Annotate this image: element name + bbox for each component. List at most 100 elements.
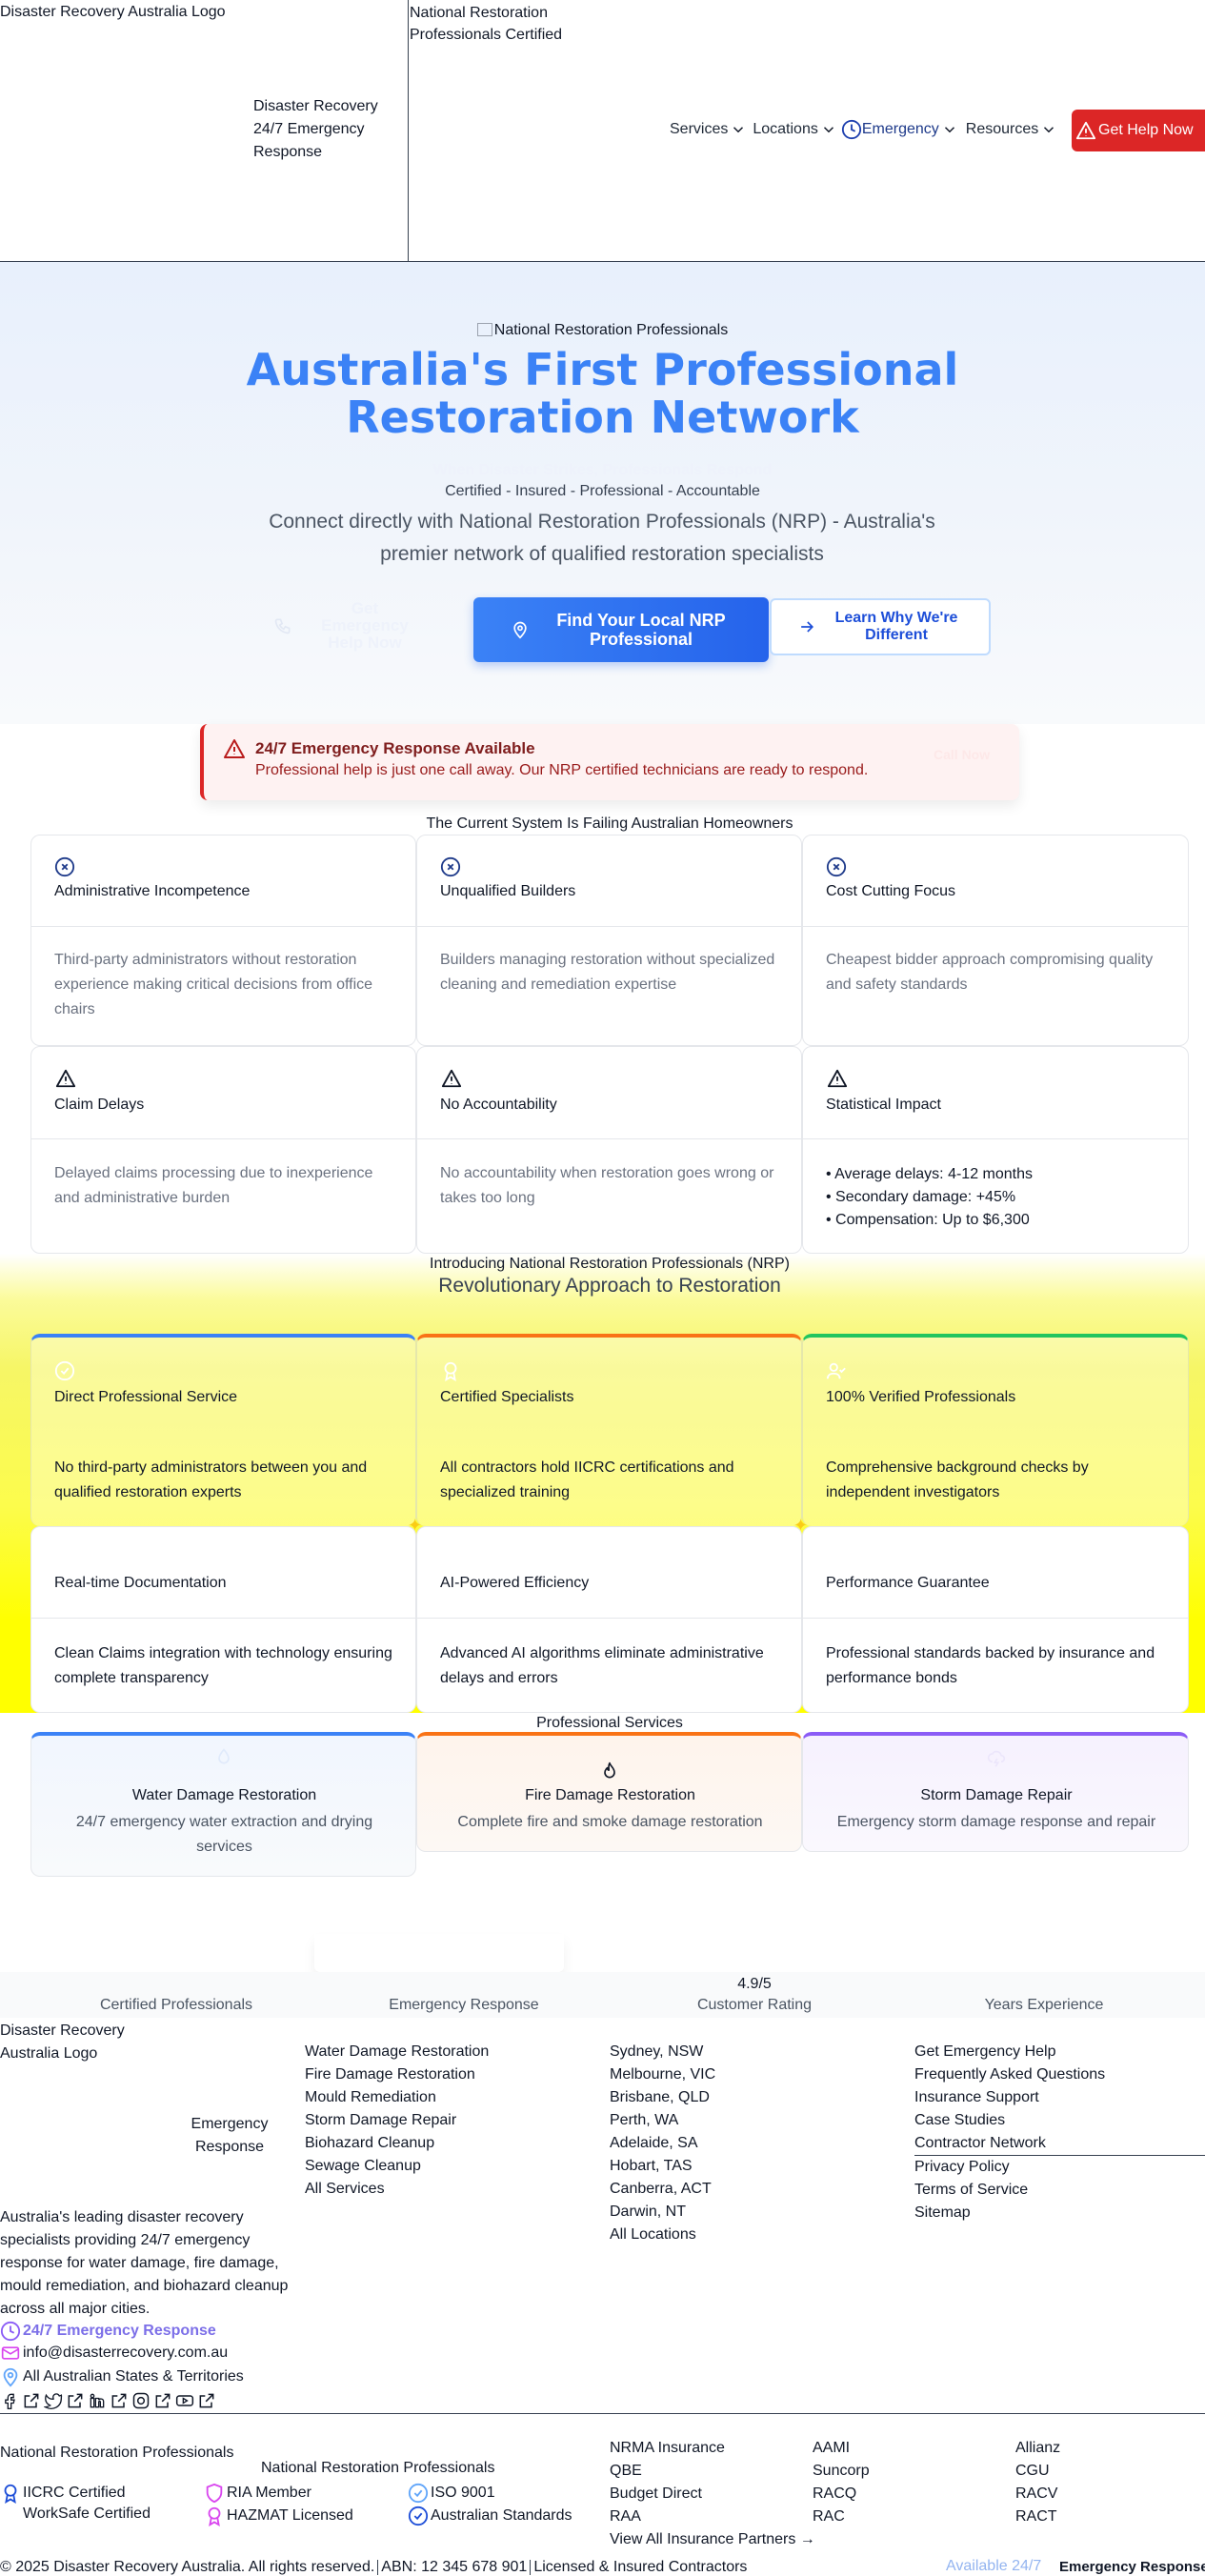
footer-link[interactable]: All Services [305,2178,489,2201]
footer-link[interactable]: Fire Damage Restoration [305,2063,489,2086]
twitter-icon[interactable] [44,2391,63,2410]
footer-help-list: Get Emergency Help Frequently Asked Ques… [914,2041,1205,2224]
chevron-down-icon [823,127,833,133]
footer-locations-list: Sydney, NSW Melbourne, VIC Brisbane, QLD… [610,2041,715,2246]
footer-about: Australia's leading disaster recovery sp… [0,2209,289,2317]
service-card-storm[interactable]: Storm Damage Repair Emergency storm dama… [802,1732,1189,1852]
footer-link[interactable]: All Locations [610,2224,715,2246]
get-help-now-button[interactable]: Get Help Now [1072,110,1205,151]
footer-link[interactable]: Contractor Network [914,2132,1205,2156]
nrp-feature-card: Real-time Documentation Clean Claims int… [30,1526,416,1713]
footer-link[interactable]: Brisbane, QLD [610,2086,715,2109]
find-local-nrp-label: Find Your Local NRP Professional [556,611,726,649]
footer-link[interactable]: Frequently Asked Questions [914,2063,1205,2086]
nav-locations[interactable]: Locations [753,121,837,138]
emergency-alert-banner: 24/7 Emergency Response Available Profes… [200,724,1019,800]
site-logo[interactable]: Disaster Recovery Australia Logo [0,4,226,21]
footer-link[interactable]: Case Studies [914,2109,1205,2132]
warning-icon [1075,121,1096,140]
footer-link[interactable]: Get Emergency Help [914,2041,1205,2063]
problem-card-title: No Accountability [440,1097,557,1113]
footer-logo[interactable]: Disaster Recovery Australia Logo [0,2020,152,2065]
emergency-help-label: Get Emergency Help Now [321,599,409,652]
footer-link[interactable]: Biohazard Cleanup [305,2132,489,2155]
nrp-card-text: Clean Claims integration with technology… [54,1645,392,1686]
alert-text: Professional help is just one call away.… [255,762,869,778]
footer-emergency-contact[interactable]: 24/7 Emergency Response [0,2321,216,2342]
nav-services-label: Services [670,121,729,137]
cert-badge: HAZMAT Licensed [204,2506,353,2526]
external-link-icon[interactable] [197,2391,216,2410]
cert-badge: RIA Member [204,2483,311,2504]
cert-badge: IICRC Certified [0,2483,126,2504]
problem-card: Claim Delays Delayed claims processing d… [30,1046,416,1254]
instagram-icon[interactable] [131,2391,151,2410]
learn-why-button[interactable]: Learn Why We're Different [770,598,991,655]
linkedin-icon[interactable] [88,2391,107,2410]
cert-badge-label: Australian Standards [431,2507,572,2524]
footer-link[interactable]: Melbourne, VIC [610,2063,715,2086]
nav-resources[interactable]: Resources [966,121,1057,138]
hero-title-line2: Restoration Network [346,392,859,443]
main-nav: Services Locations Emergency Resources [670,118,1057,141]
problem-card: Statistical Impact • Average delays: 4-1… [802,1046,1189,1254]
phone-icon [274,618,291,634]
emergency-response-link[interactable]: Emergency Response [1059,2559,1205,2575]
footer-email-contact[interactable]: info@disasterrecovery.com.au [0,2344,228,2363]
map-pin-icon [3,2367,18,2387]
footer-link[interactable]: Canberra, ACT [610,2178,715,2201]
cert-badge-label: WorkSafe Certified [23,2506,151,2522]
insurer-name: RACQ [813,2485,857,2502]
footer-link[interactable]: Hobart, TAS [610,2155,715,2178]
footer-link[interactable]: Privacy Policy [914,2156,1205,2179]
header-tagline: Disaster Recovery 24/7 Emergency Respons… [253,98,378,160]
x-circle-icon [826,856,847,877]
cert-badge-label: RIA Member [227,2485,311,2501]
footer-link[interactable]: Darwin, NT [610,2201,715,2224]
footer-link[interactable]: Storm Damage Repair [305,2109,489,2132]
youtube-icon[interactable] [175,2391,194,2410]
problem-card-title: Cost Cutting Focus [826,883,956,899]
footer-link[interactable]: Insurance Support [914,2086,1205,2109]
footer-link[interactable]: Adelaide, SA [610,2132,715,2155]
footer-link[interactable]: Mould Remediation [305,2086,489,2109]
footer-email-label: info@disasterrecovery.com.au [23,2345,229,2361]
cert-badge-label: ISO 9001 [431,2485,495,2501]
problem-card: Cost Cutting Focus Cheapest bidder appro… [802,835,1189,1046]
service-card-water[interactable]: Water Damage Restoration 24/7 emergency … [30,1732,416,1877]
rating-value: 4.9/5 [737,1976,772,1992]
facebook-icon[interactable] [0,2391,19,2410]
external-link-icon[interactable] [110,2391,129,2410]
nrp-card-title: Real-time Documentation [54,1575,227,1591]
problem-card-title: Statistical Impact [826,1097,941,1113]
external-link-icon[interactable] [66,2391,85,2410]
footer-link[interactable]: Terms of Service [914,2179,1205,2202]
external-link-icon[interactable] [153,2391,172,2410]
nrp-card-title: 100% Verified Professionals [826,1389,1016,1405]
cert-badge: ISO 9001 [408,2483,495,2504]
check-circle-icon [408,2506,429,2526]
statistic-item: • Secondary damage: +45% [826,1189,1016,1205]
emergency-help-button[interactable]: Get Emergency Help Now [248,597,448,654]
footer-link[interactable]: Sydney, NSW [610,2041,715,2063]
view-all-insurers-link[interactable]: View All Insurance Partners → [610,2528,815,2551]
insurer-name: Budget Direct [610,2485,702,2502]
insurer-name: RACT [1015,2508,1057,2525]
award-icon [444,1361,457,1381]
find-local-nrp-button[interactable]: Find Your Local NRP Professional [473,597,769,662]
service-text: 24/7 emergency water extraction and dryi… [75,1814,373,1855]
statistic-item: • Compensation: Up to $6,300 [826,1212,1030,1228]
problem-card-title: Unqualified Builders [440,883,576,899]
services-heading: Professional Services [536,1715,683,1731]
external-link-icon[interactable] [22,2391,41,2410]
service-card-fire[interactable]: Fire Damage Restoration Complete fire an… [416,1732,802,1852]
award-icon [4,2484,17,2504]
arrow-right-icon [801,621,814,633]
footer-link[interactable]: Sewage Cleanup [305,2155,489,2178]
call-now-button[interactable]: Call Now [934,747,990,762]
footer-link[interactable]: Water Damage Restoration [305,2041,489,2063]
nav-emergency[interactable]: Emergency [841,119,958,140]
footer-link[interactable]: Perth, WA [610,2109,715,2132]
nav-services[interactable]: Services [670,121,747,138]
footer-link[interactable]: Sitemap [914,2202,1205,2224]
